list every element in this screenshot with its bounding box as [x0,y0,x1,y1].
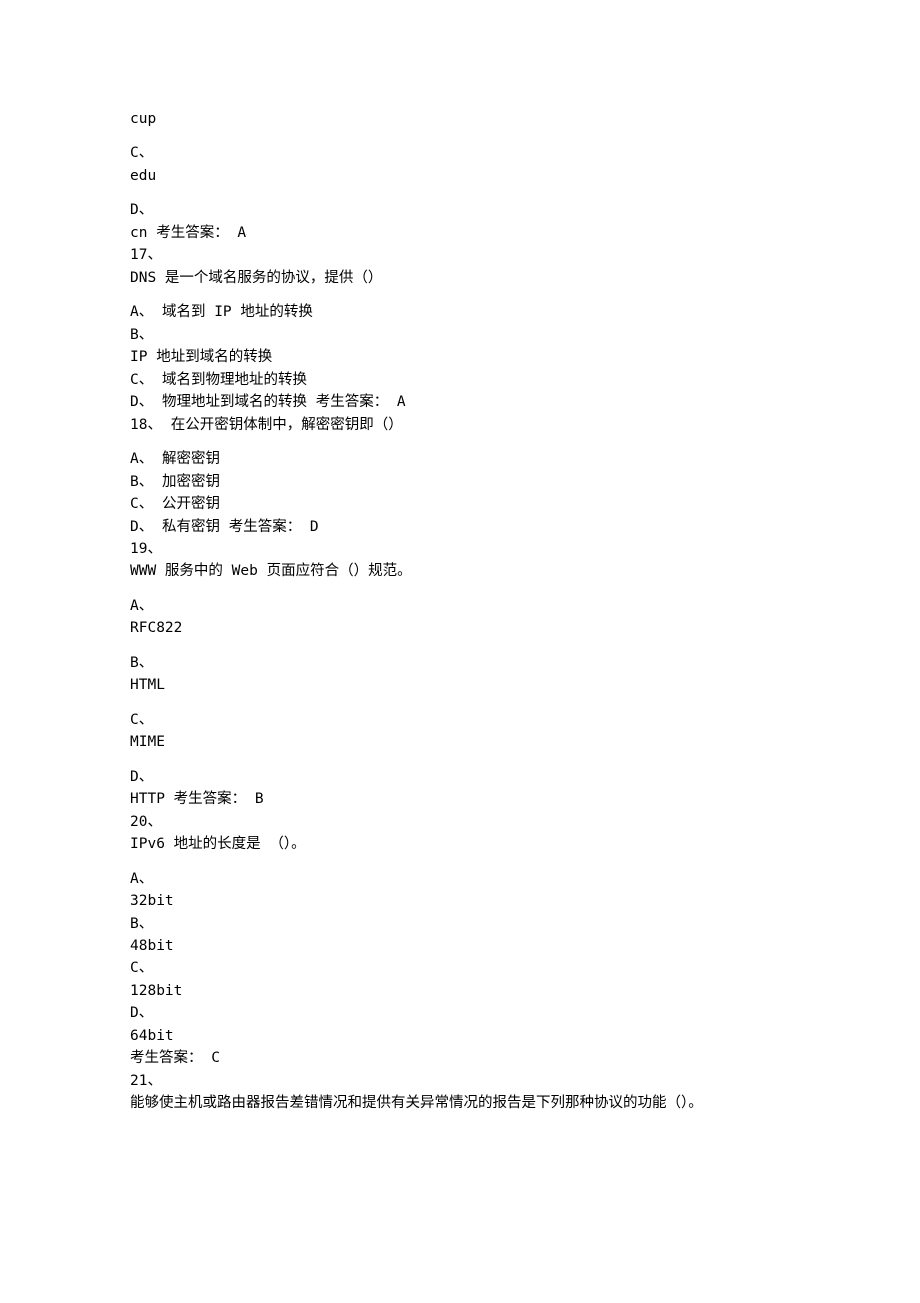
text-line: B、 [130,913,790,935]
text-line: C、 [130,709,790,731]
text-line: D、 物理地址到域名的转换 考生答案： A [130,391,790,413]
text-line: 20、 [130,811,790,833]
text-line: 18、 在公开密钥体制中，解密密钥即（） [130,414,790,436]
text-line: RFC822 [130,617,790,639]
document-body: cupC、eduD、cn 考生答案： A17、DNS 是一个域名服务的协议，提供… [130,108,790,1115]
text-line: D、 [130,1002,790,1024]
text-line: cn 考生答案： A [130,222,790,244]
text-line: B、 [130,652,790,674]
text-line: edu [130,165,790,187]
text-line: B、 [130,324,790,346]
text-line: cup [130,108,790,130]
text-line: A、 [130,595,790,617]
text-line: 考生答案： C [130,1047,790,1069]
text-line: 19、 [130,538,790,560]
text-line: 能够使主机或路由器报告差错情况和提供有关异常情况的报告是下列那种协议的功能（）。 [130,1092,790,1114]
text-line: HTTP 考生答案： B [130,788,790,810]
text-line: C、 公开密钥 [130,493,790,515]
text-line: A、 [130,868,790,890]
text-line: A、 解密密钥 [130,448,790,470]
text-line: D、 [130,766,790,788]
text-line: 64bit [130,1025,790,1047]
text-line: D、 [130,199,790,221]
text-line: B、 加密密钥 [130,471,790,493]
text-line: 21、 [130,1070,790,1092]
text-line: 128bit [130,980,790,1002]
text-line: HTML [130,674,790,696]
text-line: C、 [130,957,790,979]
document-page: cupC、eduD、cn 考生答案： A17、DNS 是一个域名服务的协议，提供… [0,0,920,1303]
text-line: MIME [130,731,790,753]
text-line: 32bit [130,890,790,912]
text-line: C、 域名到物理地址的转换 [130,369,790,391]
text-line: 48bit [130,935,790,957]
text-line: A、 域名到 IP 地址的转换 [130,301,790,323]
text-line: WWW 服务中的 Web 页面应符合（）规范。 [130,560,790,582]
text-line: D、 私有密钥 考生答案： D [130,516,790,538]
text-line: 17、 [130,244,790,266]
text-line: IPv6 地址的长度是 （）。 [130,833,790,855]
text-line: DNS 是一个域名服务的协议，提供（） [130,267,790,289]
text-line: C、 [130,142,790,164]
text-line: IP 地址到域名的转换 [130,346,790,368]
